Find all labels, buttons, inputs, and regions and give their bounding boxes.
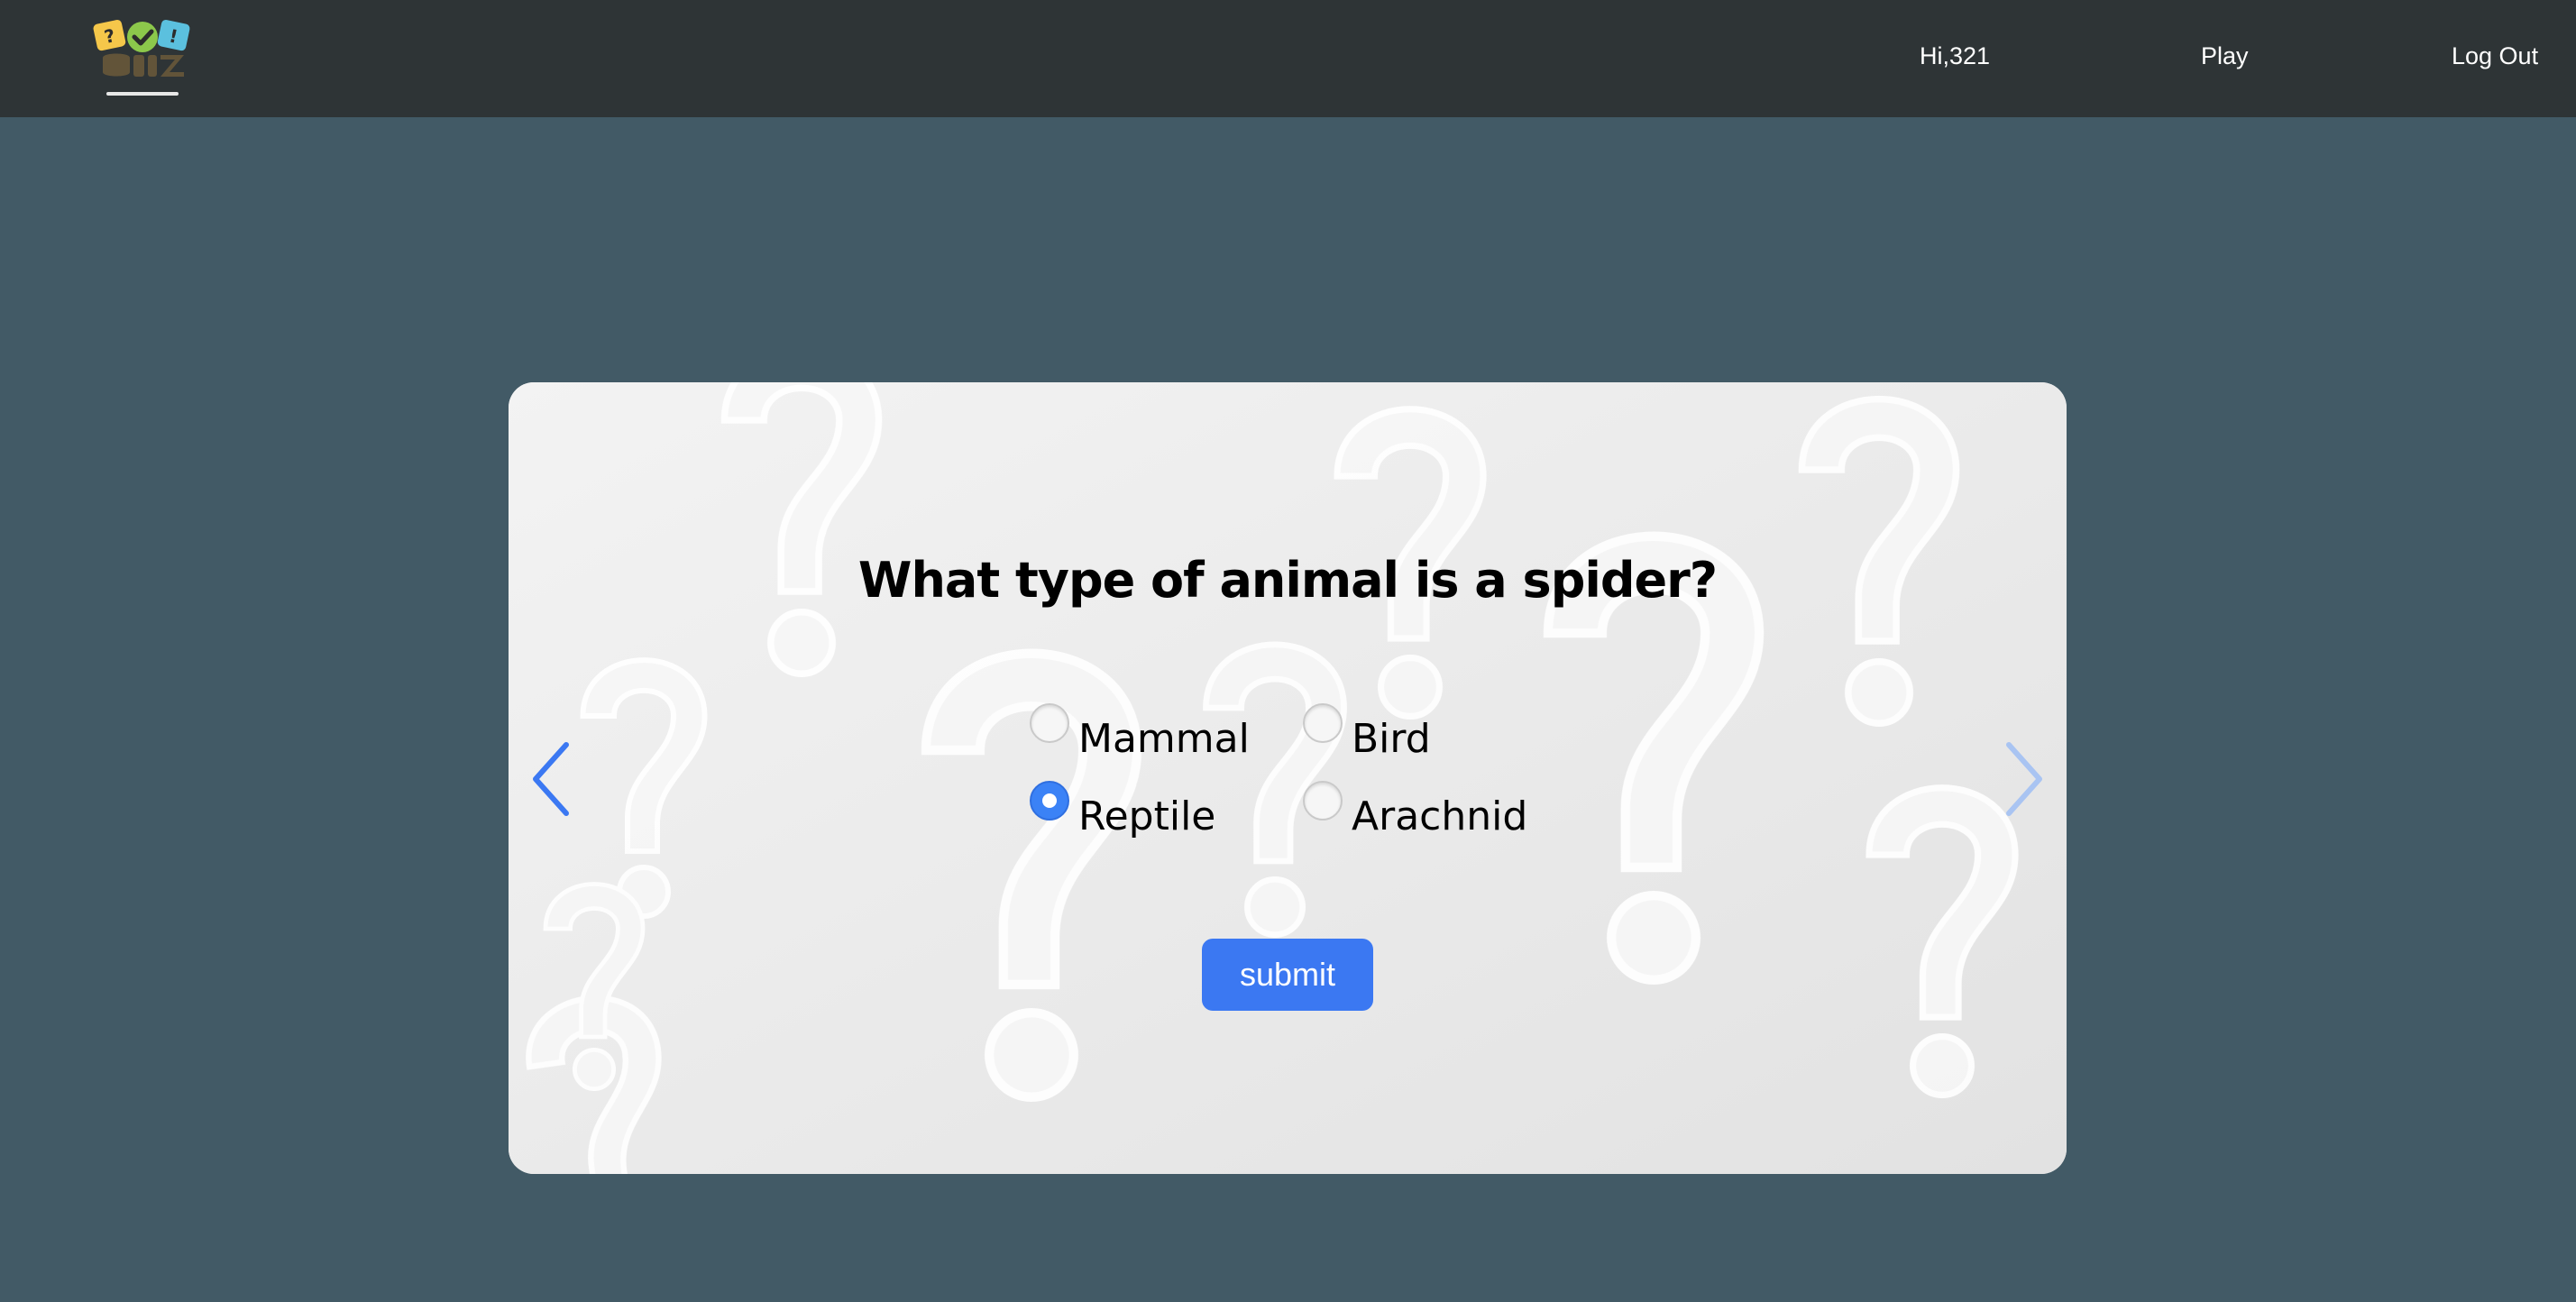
quiz-card: What type of animal is a spider? Mammal … bbox=[509, 382, 2067, 1174]
radio-arachnid[interactable] bbox=[1303, 781, 1343, 821]
top-navbar: ? ! Hi,321 Play Log Out bbox=[0, 0, 2576, 117]
radio-mammal[interactable] bbox=[1030, 703, 1069, 743]
question-text: What type of animal is a spider? bbox=[857, 552, 1718, 609]
nav-logout-link[interactable]: Log Out bbox=[2452, 40, 2538, 72]
option-label: Bird bbox=[1352, 716, 1431, 762]
option-label: Mammal bbox=[1078, 716, 1250, 762]
question-marks-background bbox=[509, 382, 2067, 1174]
chevron-left-icon[interactable] bbox=[525, 734, 579, 824]
quiz-logo-icon[interactable]: ? ! bbox=[90, 13, 194, 98]
option-label: Reptile bbox=[1078, 793, 1216, 839]
user-greeting: Hi,321 bbox=[1920, 42, 1991, 69]
radio-reptile[interactable] bbox=[1030, 781, 1069, 821]
radio-bird[interactable] bbox=[1303, 703, 1343, 743]
chevron-right-icon[interactable] bbox=[1996, 734, 2050, 824]
option-label: Arachnid bbox=[1352, 793, 1528, 839]
nav-play-link[interactable]: Play bbox=[2201, 40, 2249, 72]
submit-button[interactable]: submit bbox=[1202, 939, 1373, 1011]
